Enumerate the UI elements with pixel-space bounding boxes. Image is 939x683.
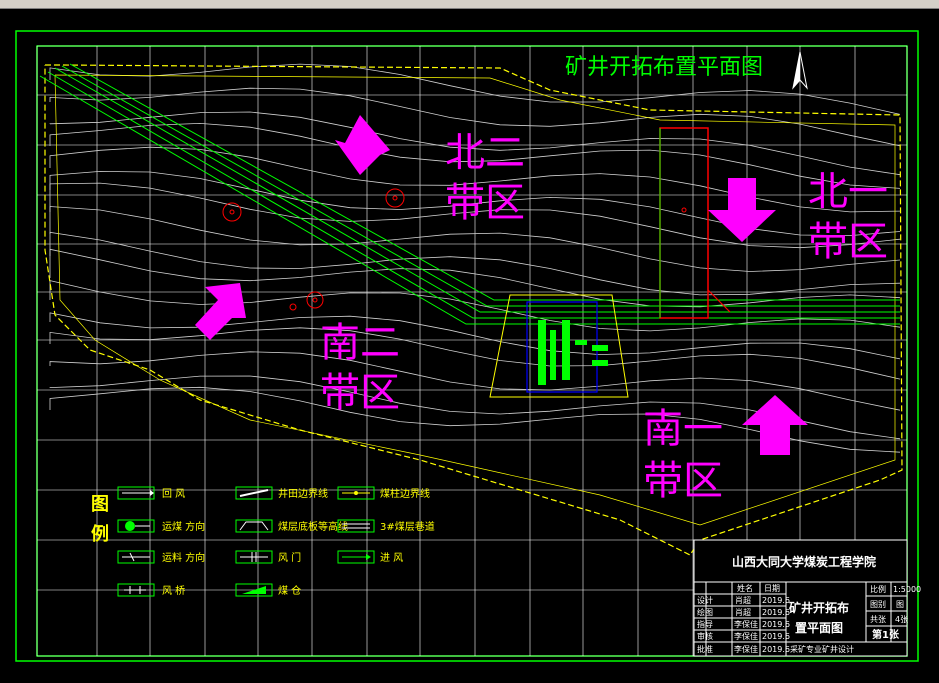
row-name-5: 李保佳 xyxy=(734,644,758,654)
type-label: 图别 xyxy=(870,600,886,609)
row-role-5: 批准 xyxy=(697,644,713,654)
zone-north-one-line2: 带区 xyxy=(808,219,888,265)
legend-pillar-boundary: 煤柱边界线 xyxy=(380,487,430,500)
legend-return-air: 回 风 xyxy=(162,488,185,500)
sheet-number: 第1张 xyxy=(872,628,900,641)
row-role-2: 绘图 xyxy=(697,607,713,617)
legend-intake-air: 进 风 xyxy=(380,552,403,564)
sheets-value: 4张 xyxy=(895,615,908,624)
cad-drawing-canvas[interactable]: 矿井开拓布置平面图 N 北二 带区 北一 带区 南二 带区 南一 带区 图 例 … xyxy=(0,8,939,683)
row-name-3: 李保佳 xyxy=(734,619,758,629)
zone-south-one-line2: 带区 xyxy=(643,458,723,504)
zone-south-two-line2: 带区 xyxy=(320,370,400,416)
legend-field-boundary: 井田边界线 xyxy=(278,487,328,500)
zone-south-two-line1: 南二 xyxy=(320,320,400,366)
type-value: 图 xyxy=(896,600,904,609)
legend-heading-2: 例 xyxy=(91,523,109,545)
row-name-4: 李保佳 xyxy=(734,631,758,641)
shaft-area xyxy=(659,127,731,319)
drawing-name-line2: 置平面图 xyxy=(795,621,843,635)
row-name-1: 肖超 xyxy=(735,595,751,605)
legend-roadway: 3#煤层巷道 xyxy=(380,520,435,533)
row-date-3: 2019.6 xyxy=(762,620,790,629)
row-name-2: 肖超 xyxy=(735,607,751,617)
row-role-3: 指导 xyxy=(697,619,713,629)
scale-value: 1:5000 xyxy=(893,585,921,594)
institution-name: 山西大同大学煤炭工程学院 xyxy=(732,554,876,569)
legend-air-door: 风 门 xyxy=(278,551,301,564)
scale-label: 比例 xyxy=(870,584,886,594)
row-date-2: 2019.6 xyxy=(762,608,790,617)
header-name: 姓名 xyxy=(737,583,753,593)
arrow-north-two-icon xyxy=(335,115,390,175)
legend-air-bridge: 风 桥 xyxy=(162,585,185,597)
legend-coal-transport: 运煤 方向 xyxy=(162,520,205,533)
arrow-south-one-icon xyxy=(742,395,808,455)
pit-bottom-station xyxy=(489,294,629,398)
row-role-4: 审核 xyxy=(697,631,713,641)
zone-north-one-line1: 北一 xyxy=(808,169,888,215)
arrow-north-one-icon xyxy=(708,178,776,242)
drawing-title: 矿井开拓布置平面图 xyxy=(565,55,763,80)
zone-south-one-line1: 南一 xyxy=(643,406,723,452)
row-date-1: 2019.6 xyxy=(762,596,790,605)
row-date-5: 2019.6 xyxy=(762,645,790,654)
row-role-1: 设计 xyxy=(697,595,713,605)
header-date: 日期 xyxy=(764,584,780,593)
legend: 图 例 回 风 井田边界线 煤柱边界线 运煤 方向 煤层底板等高线 3#煤层巷道… xyxy=(91,486,435,597)
sheets-label: 共张 xyxy=(870,615,886,624)
legend-material-transport: 运料 方向 xyxy=(162,551,205,564)
row-date-4: 2019.6 xyxy=(762,632,790,641)
title-block: 山西大同大学煤炭工程学院 矿井开拓布 置平面图 姓名 日期 设计 肖超 2019… xyxy=(693,539,921,657)
legend-heading-1: 图 xyxy=(91,494,109,515)
drawing-name-line1: 矿井开拓布 xyxy=(789,600,849,615)
zone-north-two-line2: 带区 xyxy=(445,180,525,226)
bottom-note: 采矿专业矿井设计 xyxy=(790,644,854,654)
zone-north-two-line1: 北二 xyxy=(445,130,525,176)
legend-coal-bunker: 煤 仓 xyxy=(278,584,301,597)
